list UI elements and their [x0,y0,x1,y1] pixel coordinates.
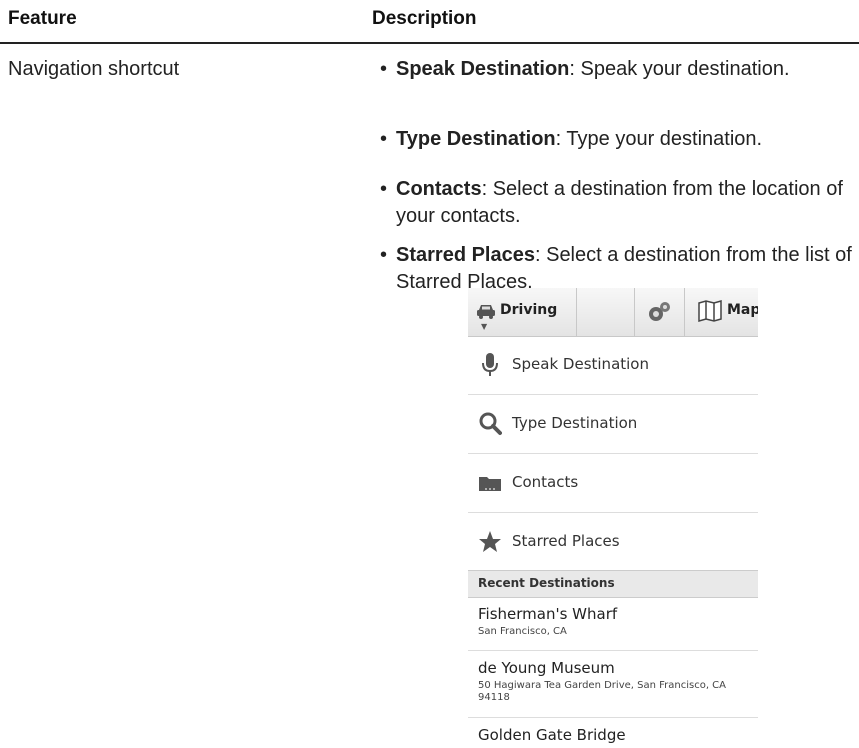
car-icon[interactable] [476,303,496,319]
starred-places-item[interactable]: Starred Places [468,513,758,572]
recent-destination-item[interactable]: Fisherman's Wharf San Francisco, CA [468,597,758,651]
bullet-dot: • [380,58,388,80]
star-icon [479,531,501,552]
bullet-type-destination: • Type Destination: Type your destinatio… [372,126,762,153]
recent-destination-item[interactable]: Golden Gate Bridge [468,718,758,748]
bullet-speak-destination: • Speak Destination: Speak your destinat… [372,56,790,83]
app-toolbar: Driving ▼ Map [468,288,758,337]
recent-destinations-header: Recent Destinations [468,570,758,598]
search-icon [479,412,502,435]
menu-item-label: Type Destination [512,414,638,432]
bullet-term: Contacts [396,178,482,200]
menu-item-label: Speak Destination [512,355,649,373]
recent-destination-item[interactable]: de Young Museum 50 Hagiwara Tea Garden D… [468,651,758,718]
section-title: Recent Destinations [478,576,615,590]
travel-mode-selector[interactable]: Driving [500,302,557,318]
destination-name: Fisherman's Wharf [478,605,618,623]
toolbar-divider [684,288,685,336]
microphone-icon [482,353,498,376]
bullet-text: : Speak your destination. [569,58,790,80]
bullet-dot: • [380,178,388,200]
contacts-icon [479,477,501,491]
map-icon[interactable] [698,300,722,322]
bullet-contacts: • Contacts: Select a destination from th… [372,176,852,230]
destination-address: 50 Hagiwara Tea Garden Drive, San Franci… [478,680,726,703]
bullet-dot: • [380,244,388,266]
contacts-item[interactable]: Contacts [468,454,758,513]
bullet-term: Speak Destination [396,58,570,80]
destination-name: Golden Gate Bridge [478,726,626,744]
destination-name: de Young Museum [478,659,615,677]
bullet-term: Starred Places [396,244,535,266]
table-header-row: Feature Description [0,0,859,44]
menu-item-label: Starred Places [512,532,620,550]
description-column-header: Description [372,8,477,29]
bullet-text: : Type your destination. [555,128,763,150]
toolbar-divider [634,288,635,336]
dropdown-caret-icon: ▼ [481,322,488,331]
menu-item-label: Contacts [512,473,579,491]
feature-name: Navigation shortcut [8,58,180,80]
destination-address: San Francisco, CA [478,626,567,637]
navigation-app-screenshot: Driving ▼ Map Speak Destination Type Des… [468,288,758,748]
map-button[interactable]: Map [727,302,758,318]
settings-gear-icon[interactable] [646,300,672,324]
type-destination-item[interactable]: Type Destination [468,395,758,454]
feature-column-header: Feature [8,8,77,29]
toolbar-divider [576,288,577,336]
speak-destination-item[interactable]: Speak Destination [468,336,758,395]
bullet-term: Type Destination [396,128,556,150]
bullet-dot: • [380,128,388,150]
